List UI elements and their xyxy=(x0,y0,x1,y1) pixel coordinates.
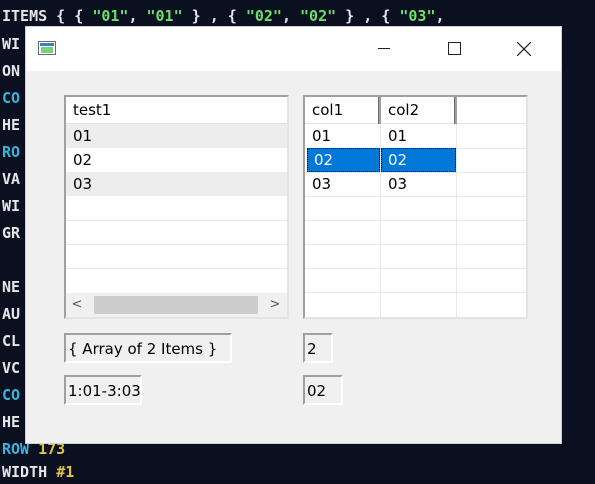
row-divider xyxy=(66,220,287,221)
editor-line: WI xyxy=(2,197,21,215)
array-summary-field: { Array of 2 Items } xyxy=(64,333,232,363)
editor-line: RO xyxy=(2,143,21,161)
editor-line: NE xyxy=(2,278,21,296)
list-item[interactable]: 01 xyxy=(66,124,287,148)
row-divider xyxy=(305,292,526,293)
editor-line: CO xyxy=(2,386,21,404)
list-item[interactable]: 02 xyxy=(66,148,287,172)
editor-line: HE xyxy=(2,413,21,431)
title-bar[interactable] xyxy=(26,27,561,71)
minimize-button[interactable] xyxy=(361,27,407,71)
table-cell-selected: 02 xyxy=(381,148,456,172)
scroll-left-arrow-icon[interactable]: < xyxy=(66,293,88,317)
list-item[interactable]: 03 xyxy=(66,172,287,196)
scroll-right-arrow-icon[interactable]: > xyxy=(264,293,286,317)
table-cell: 03 xyxy=(312,175,332,193)
keyword-width: WIDTH xyxy=(2,463,48,481)
list-header: test1 xyxy=(66,97,287,124)
editor-line: GR xyxy=(2,224,21,242)
table-row[interactable]: 01 01 xyxy=(305,124,526,148)
editor-line: CO xyxy=(2,89,21,107)
column-header-col1[interactable]: col1 xyxy=(305,97,381,124)
row-divider xyxy=(305,220,526,221)
listview-columns[interactable]: col1 col2 01 01 02 02 03 03 xyxy=(303,95,528,319)
range-field: 1:01-3:03 xyxy=(64,375,142,405)
editor-text: , xyxy=(435,7,445,25)
editor-line-items: ITEMS { { "01", "01" } , { "02", "02" } … xyxy=(2,4,445,28)
horizontal-scrollbar[interactable]: < > xyxy=(66,293,287,317)
editor-text: } , { xyxy=(336,7,400,25)
list-cell: 01 xyxy=(73,127,93,145)
column-header-col2[interactable]: col2 xyxy=(381,97,457,124)
list-cell: 03 xyxy=(73,175,93,193)
editor-text: , xyxy=(281,7,301,25)
string-token: "02" xyxy=(300,7,337,25)
close-button[interactable] xyxy=(501,27,547,71)
row-divider xyxy=(66,244,287,245)
number-token: #1 xyxy=(56,463,75,481)
dialog-window: test1 01 02 03 < > col1 col2 01 01 02 02… xyxy=(26,27,561,443)
row-divider xyxy=(305,196,526,197)
value-field: 02 xyxy=(303,375,343,405)
editor-line: VA xyxy=(2,170,21,188)
row-divider xyxy=(305,268,526,269)
string-token: "02" xyxy=(245,7,282,25)
close-icon xyxy=(517,42,531,56)
editor-line: AU xyxy=(2,305,21,323)
listview-test1[interactable]: test1 01 02 03 < > xyxy=(64,95,289,319)
table-cell: 01 xyxy=(388,127,408,145)
string-token: "01" xyxy=(92,7,129,25)
editor-line: WI xyxy=(2,35,21,53)
editor-line: CL xyxy=(2,332,21,350)
string-token: "03" xyxy=(399,7,436,25)
column-header-test1[interactable]: test1 xyxy=(66,97,287,124)
string-token: "01" xyxy=(146,7,183,25)
table-row[interactable]: 03 03 xyxy=(305,172,526,196)
editor-line: VC xyxy=(2,359,21,377)
editor-text: { { xyxy=(47,7,93,25)
row-divider xyxy=(66,268,287,269)
minimize-icon xyxy=(378,48,390,49)
keyword-items: ITEMS xyxy=(2,7,48,25)
editor-line: ON xyxy=(2,62,21,80)
table-cell: 03 xyxy=(388,175,408,193)
list-header: col1 col2 xyxy=(305,97,526,124)
count-field: 2 xyxy=(303,333,333,363)
editor-text: } , { xyxy=(182,7,246,25)
editor-line-width: WIDTH #1 xyxy=(2,460,74,484)
editor-text: , xyxy=(128,7,147,25)
scroll-thumb[interactable] xyxy=(94,296,258,314)
table-cell-selected: 02 xyxy=(307,148,380,172)
table-row-selected[interactable]: 02 02 xyxy=(305,148,526,172)
list-cell: 02 xyxy=(73,151,93,169)
table-cell: 01 xyxy=(312,127,332,145)
app-window-icon xyxy=(38,41,56,55)
row-divider xyxy=(305,244,526,245)
maximize-icon xyxy=(448,42,461,55)
maximize-button[interactable] xyxy=(431,27,477,71)
editor-line: HE xyxy=(2,116,21,134)
